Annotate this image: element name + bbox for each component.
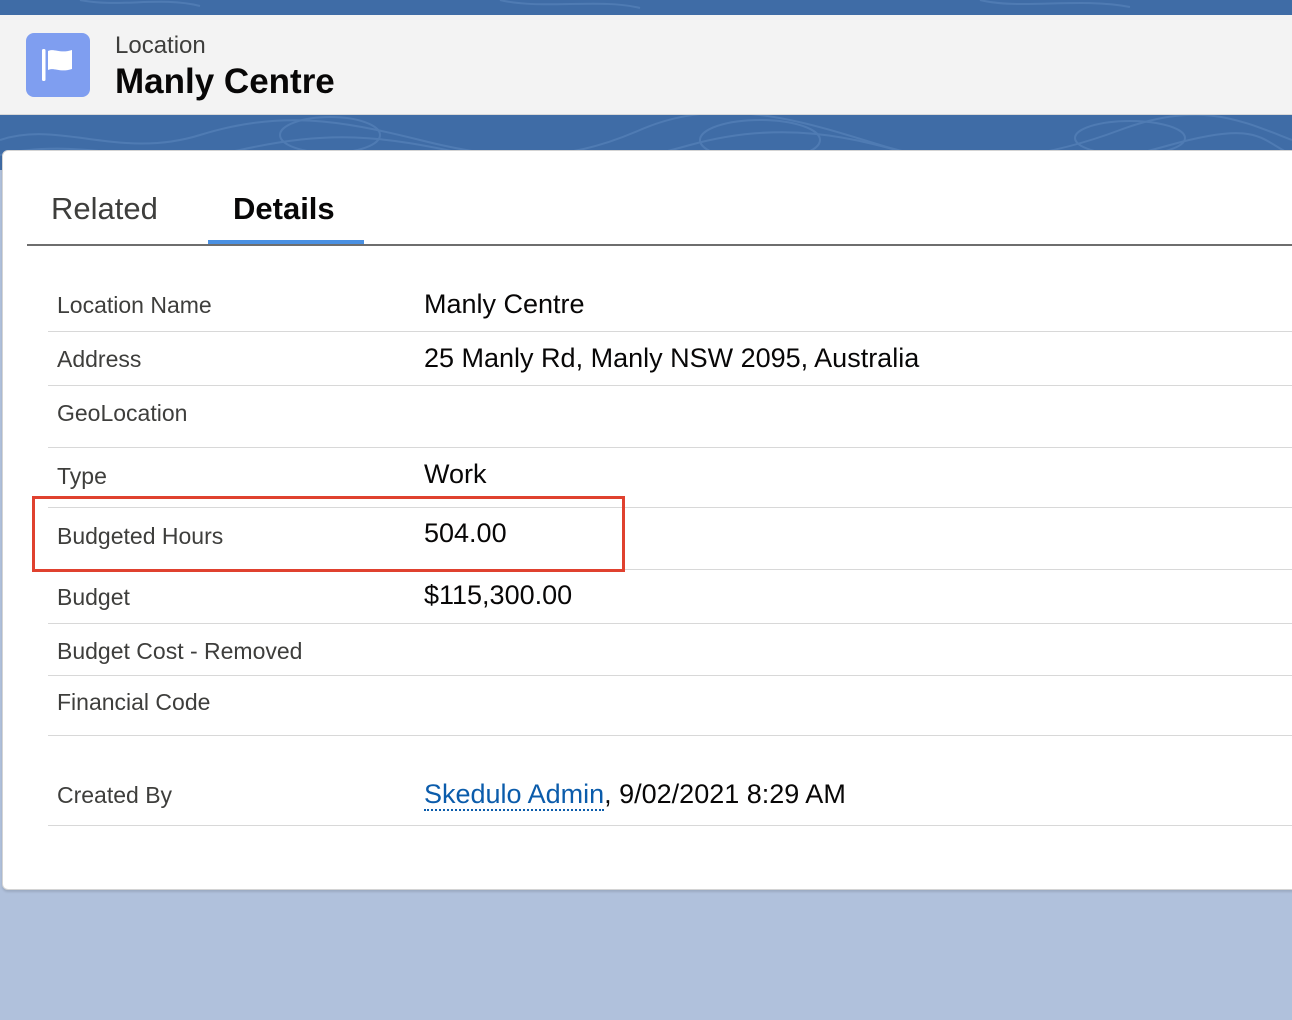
field-value: $115,300.00 bbox=[424, 580, 573, 610]
created-by-user-link[interactable]: Skedulo Admin bbox=[424, 779, 605, 811]
field-label: Budget Cost - Removed bbox=[57, 638, 303, 664]
field-row-budget: Budget $115,300.00 bbox=[48, 570, 1292, 624]
field-value: Skedulo Admin, 9/02/2021 8:29 AM bbox=[424, 779, 846, 811]
field-label: Budget bbox=[57, 584, 130, 610]
tab-bar: Related Details bbox=[27, 151, 1292, 246]
flag-icon bbox=[42, 49, 72, 81]
record-title: Manly Centre bbox=[115, 62, 335, 101]
field-label: Location Name bbox=[57, 292, 212, 318]
field-row-geolocation: GeoLocation bbox=[48, 386, 1292, 448]
record-header: Location Manly Centre bbox=[0, 15, 1292, 115]
field-row-created-by: Created By Skedulo Admin, 9/02/2021 8:29… bbox=[48, 736, 1292, 826]
field-value: 25 Manly Rd, Manly NSW 2095, Australia bbox=[424, 343, 920, 373]
field-row-budget-cost-removed: Budget Cost - Removed bbox=[48, 624, 1292, 676]
field-row-location-name: Location Name Manly Centre bbox=[48, 278, 1292, 332]
highlight-annotation-box bbox=[32, 496, 625, 572]
field-label: GeoLocation bbox=[57, 400, 188, 426]
field-value: Manly Centre bbox=[424, 289, 585, 319]
location-object-icon bbox=[26, 33, 90, 97]
field-label: Type bbox=[57, 463, 107, 489]
tab-details[interactable]: Details bbox=[233, 191, 335, 227]
field-row-financial-code: Financial Code bbox=[48, 676, 1292, 736]
active-tab-indicator bbox=[208, 240, 364, 244]
field-label: Financial Code bbox=[57, 689, 211, 715]
field-value: Work bbox=[424, 459, 487, 489]
field-row-address: Address 25 Manly Rd, Manly NSW 2095, Aus… bbox=[48, 332, 1292, 386]
field-label: Created By bbox=[57, 782, 173, 808]
object-type-label: Location bbox=[115, 32, 206, 59]
created-by-timestamp: , 9/02/2021 8:29 AM bbox=[604, 779, 846, 809]
field-label: Address bbox=[57, 346, 142, 372]
tab-related[interactable]: Related bbox=[51, 191, 158, 227]
